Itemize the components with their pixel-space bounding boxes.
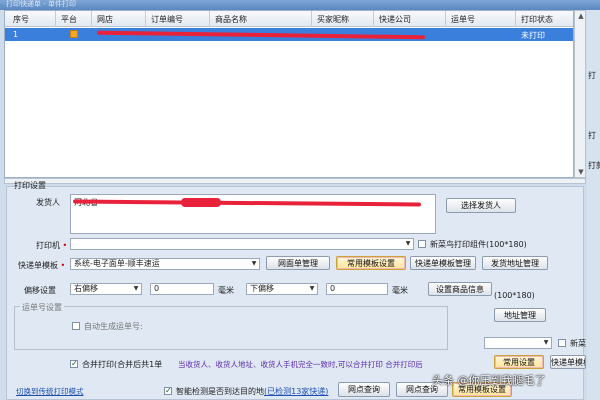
redaction-mark	[181, 198, 221, 207]
smart-check-checkbox[interactable]	[164, 386, 172, 395]
right-strip-item-3: 打款人	[588, 161, 600, 170]
right-option-select[interactable]: ▼	[484, 337, 552, 349]
right-strip-item-2: 打	[588, 131, 596, 140]
col-index[interactable]: 序号	[13, 14, 29, 25]
title-bar: 打印快递单 - 单件打印	[0, 0, 600, 10]
print-settings-title: 打印设置	[14, 181, 46, 190]
scroll-up-icon[interactable]: ▲	[577, 12, 585, 20]
offset-vertical-select[interactable]: 下偏移 ▼	[246, 283, 318, 295]
template-manage-button[interactable]: 快递单模板管理	[410, 256, 476, 270]
merge-print-checkbox[interactable]	[70, 359, 78, 368]
new-rookie-checkbox-2[interactable]	[558, 339, 566, 347]
outlet-query-button[interactable]: 网点查询	[338, 382, 390, 397]
grid-horizontal-scrollbar[interactable]	[4, 178, 586, 184]
redaction-mark	[96, 30, 426, 40]
chevron-down-icon: ▼	[309, 285, 315, 292]
offset-vertical-input[interactable]: 0	[326, 283, 388, 295]
chevron-down-icon: ▼	[543, 339, 549, 346]
col-buyer[interactable]: 买家昵称	[317, 14, 349, 25]
select-sender-button[interactable]: 选择发货人	[446, 198, 516, 213]
col-waybill[interactable]: 运单号	[451, 14, 475, 25]
watermark: 头条 @你压到我腿毛了	[432, 374, 546, 387]
col-platform[interactable]: 平台	[61, 14, 77, 25]
sender-label: 发货人	[36, 198, 60, 207]
eface-manage-button[interactable]: 网面单管理	[266, 256, 330, 270]
set-goods-info-button[interactable]: 设置商品信息	[428, 282, 492, 296]
smart-check-label: 智能检测是否到达目的地(已检测13家快递)	[176, 387, 329, 396]
scroll-down-icon[interactable]: ▼	[577, 168, 585, 176]
auto-generate-label: 自动生成运单号:	[84, 322, 143, 331]
grid-vertical-scrollbar[interactable]: ▲ ▼	[574, 10, 586, 178]
merge-print-hint: 当收货人、收货人地址、收货人手机完全一致时,可以合并打印 合并打印后	[178, 360, 423, 369]
col-print-status[interactable]: 打印状态	[521, 14, 553, 25]
chevron-down-icon: ▼	[251, 260, 257, 267]
address-manage-button[interactable]: 地址管理	[494, 308, 546, 322]
waybill-settings-title: 运单号设置	[20, 302, 64, 313]
new-rookie-label: 新菜鸟打印组件(100*180)	[430, 240, 527, 249]
chevron-down-icon: ▼	[133, 285, 139, 292]
col-shop[interactable]: 网店	[97, 14, 113, 25]
size-note: (100*180)	[494, 291, 535, 300]
sender-address-button[interactable]: 发货地址管理	[482, 256, 548, 270]
window-title: 打印快递单 - 单件打印	[6, 0, 76, 8]
new-rookie-label-2: 新菜	[570, 339, 586, 348]
right-side-panel	[587, 10, 600, 400]
right-strip-item-1: 打	[588, 71, 596, 80]
common-settings-button[interactable]: 常用设置	[494, 355, 544, 369]
table-row[interactable]: 1 未打印	[5, 28, 573, 41]
col-order-no[interactable]: 订单编号	[151, 14, 183, 25]
row-print-status: 未打印	[521, 31, 545, 40]
redaction-mark	[72, 199, 422, 207]
grid-header: 序号 平台 网店 订单编号 商品名称 买家昵称 快递公司 运单号 打印状态	[5, 11, 573, 27]
offset-horizontal-input[interactable]: 0	[150, 283, 214, 295]
unit-label: 毫米	[218, 286, 234, 295]
col-courier[interactable]: 快递公司	[379, 14, 411, 25]
common-template-button[interactable]: 常用模板设置	[336, 256, 406, 270]
row-index: 1	[13, 30, 19, 39]
template-label: 快递单模板 •	[18, 261, 66, 270]
new-rookie-checkbox[interactable]	[418, 240, 426, 248]
offset-horizontal-select[interactable]: 右偏移 ▼	[70, 283, 142, 295]
unit-label: 毫米	[392, 286, 408, 295]
sender-info-field[interactable]: 河北省	[70, 194, 436, 234]
merge-print-label: 合并打印(合并后共1单	[82, 360, 163, 369]
switch-print-mode-link[interactable]: 切换到传统打印模式	[16, 386, 84, 397]
printer-label: 打印机 •	[36, 241, 68, 250]
platform-icon	[70, 30, 78, 38]
printer-select[interactable]: ▼	[70, 238, 414, 250]
col-product[interactable]: 商品名称	[215, 14, 247, 25]
auto-generate-checkbox[interactable]	[72, 322, 80, 330]
chevron-down-icon: ▼	[405, 240, 411, 247]
order-grid: 序号 平台 网店 订单编号 商品名称 买家昵称 快递公司 运单号 打印状态 1 …	[4, 10, 574, 178]
template-select[interactable]: 系统-电子面单-顺丰速运 ▼	[70, 258, 260, 270]
offset-label: 偏移设置	[24, 286, 56, 295]
template-manage-button-2[interactable]: 快递单模板管理	[550, 355, 586, 369]
